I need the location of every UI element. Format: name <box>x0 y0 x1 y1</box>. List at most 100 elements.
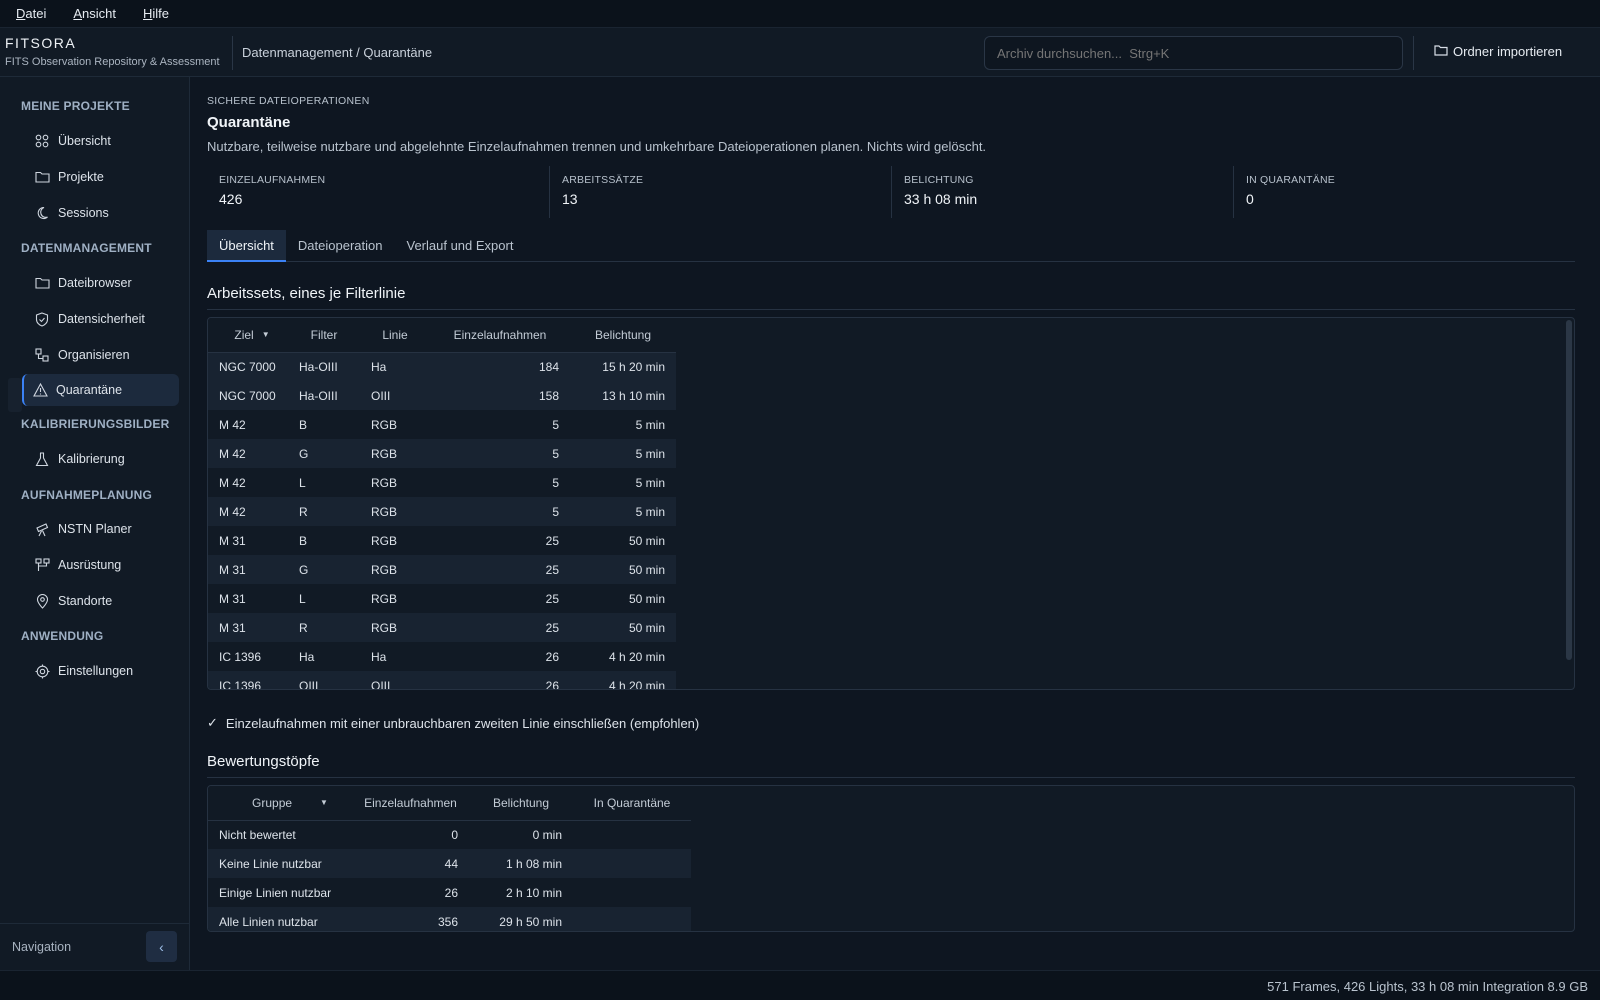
sidebar-item-organisieren[interactable]: Organisieren <box>26 339 179 371</box>
ratings-table: Gruppe ▼ Einzelaufnahmen Belichtung In Qu… <box>207 785 1575 932</box>
sort-down-icon: ▼ <box>261 329 270 339</box>
menu-hilfe[interactable]: Hilfe <box>143 6 169 21</box>
flask-icon <box>34 451 50 467</box>
sidebar-item-kalibrierung[interactable]: Kalibrierung <box>26 443 179 475</box>
sidebar-item-datensicherheit[interactable]: Datensicherheit <box>26 303 179 335</box>
search-input[interactable] <box>984 36 1403 70</box>
sidebar-item-nstn-planer[interactable]: NSTN Planer <box>26 513 179 545</box>
status-bar: 571 Frames, 426 Lights, 33 h 08 min Inte… <box>0 970 1600 1000</box>
column-header-linie[interactable]: Linie <box>360 318 430 353</box>
sidebar-section-title: DATENMANAGEMENT <box>21 241 152 255</box>
table-row[interactable]: NGC 7000 Ha-OIII OIII 158 13 h 10 min <box>208 381 676 410</box>
sidebar-item-ausruestung[interactable]: Ausrüstung <box>26 549 179 581</box>
column-header-gruppe[interactable]: Gruppe ▼ <box>208 786 352 821</box>
moon-icon <box>34 205 50 221</box>
checkbox-label: Einzelaufnahmen mit einer unbrauchbaren … <box>225 715 700 731</box>
menu-datei[interactable]: Datei <box>16 6 46 21</box>
import-folder-label: Ordner importieren <box>1453 44 1563 59</box>
sidebar-item-dateibrowser[interactable]: Dateibrowser <box>26 267 179 299</box>
stat-in-quarantaene: IN QUARANTÄNE 0 <box>1233 166 1575 218</box>
sidebar-item-uebersicht[interactable]: Übersicht <box>26 125 179 157</box>
stat-einzelaufnahmen: EINZELAUFNAHMEN 426 <box>207 166 549 218</box>
status-text: 571 Frames, 426 Lights, 33 h 08 min Inte… <box>1267 979 1588 994</box>
ratings-title: Bewertungstöpfe <box>207 753 320 770</box>
folder-icon <box>34 275 50 291</box>
column-header-ziel[interactable]: Ziel ▼ <box>208 318 288 353</box>
include-second-line-checkbox[interactable]: ✓ Einzelaufnahmen mit einer unbrauchbare… <box>207 715 699 731</box>
active-indicator <box>8 378 22 412</box>
stat-label: IN QUARANTÄNE <box>1246 174 1335 186</box>
tab-bar: Übersicht Dateioperation Verlauf und Exp… <box>207 230 1575 262</box>
breadcrumb: Datenmanagement / Quarantäne <box>242 45 433 60</box>
sidebar-item-label: Einstellungen <box>58 664 134 678</box>
checkmark-icon: ✓ <box>207 715 218 730</box>
sidebar-item-label: Ausrüstung <box>58 558 122 572</box>
sidebar-item-einstellungen[interactable]: Einstellungen <box>26 655 179 687</box>
stat-value: 33 h 08 min <box>904 191 978 207</box>
equipment-icon <box>34 557 50 573</box>
brand: FITSORA FITS Observation Repository & As… <box>5 35 220 68</box>
column-header-filter[interactable]: Filter <box>288 318 360 353</box>
column-header-in-quarantaene[interactable]: In Quarantäne <box>573 786 691 821</box>
table-scrollbar[interactable] <box>1566 320 1572 660</box>
table-row[interactable]: M 31 G RGB 25 50 min <box>208 555 676 584</box>
app-subtitle: FITS Observation Repository & Assessment <box>5 56 220 68</box>
table-row[interactable]: M 42 B RGB 5 5 min <box>208 410 676 439</box>
app-name: FITSORA <box>5 35 77 51</box>
location-pin-icon <box>34 593 50 609</box>
table-row[interactable]: M 42 R RGB 5 5 min <box>208 497 676 526</box>
table-row[interactable]: Alle Linien nutzbar 356 29 h 50 min <box>208 907 691 931</box>
gear-icon <box>34 663 50 679</box>
sidebar-item-label: Datensicherheit <box>58 312 145 326</box>
tab-dateioperation[interactable]: Dateioperation <box>286 230 395 262</box>
table-row[interactable]: IC 1396 Ha Ha 26 4 h 20 min <box>208 642 676 671</box>
import-folder-button[interactable]: Ordner importieren <box>1434 44 1562 59</box>
sidebar-item-label: Quarantäne <box>56 383 123 397</box>
folder-icon <box>1434 44 1448 59</box>
menu-ansicht[interactable]: Ansicht <box>73 6 116 21</box>
table-row[interactable]: IC 1396 OIII OIII 26 4 h 20 min <box>208 671 676 689</box>
header-divider-right <box>1413 36 1414 70</box>
sidebar-item-label: NSTN Planer <box>58 522 132 536</box>
column-header-belichtung[interactable]: Belichtung <box>570 318 676 353</box>
column-header-einzelaufnahmen[interactable]: Einzelaufnahmen <box>430 318 570 353</box>
table-row[interactable]: M 31 R RGB 25 50 min <box>208 613 676 642</box>
stat-value: 13 <box>562 191 578 207</box>
page-eyebrow: SICHERE DATEIOPERATIONEN <box>207 95 370 107</box>
sidebar-item-standorte[interactable]: Standorte <box>26 585 179 617</box>
table-row[interactable]: M 42 G RGB 5 5 min <box>208 439 676 468</box>
table-row[interactable]: M 42 L RGB 5 5 min <box>208 468 676 497</box>
sidebar-item-quarantaene[interactable]: Quarantäne <box>22 374 179 406</box>
collapse-sidebar-button[interactable]: ‹ <box>146 931 177 962</box>
table-row[interactable]: M 31 B RGB 25 50 min <box>208 526 676 555</box>
stat-value: 426 <box>219 191 243 207</box>
sidebar-item-label: Sessions <box>58 206 109 220</box>
telescope-icon <box>34 521 50 537</box>
column-header-einzelaufnahmen[interactable]: Einzelaufnahmen <box>352 786 469 821</box>
sidebar-item-label: Dateibrowser <box>58 276 132 290</box>
tab-verlauf-export[interactable]: Verlauf und Export <box>394 230 525 262</box>
organize-icon <box>34 347 50 363</box>
table-row[interactable]: Einige Linien nutzbar 26 2 h 10 min <box>208 878 691 907</box>
table-row[interactable]: NGC 7000 Ha-OIII Ha 184 15 h 20 min <box>208 352 676 381</box>
shield-icon <box>34 311 50 327</box>
sidebar-item-label: Übersicht <box>58 134 111 148</box>
main-content: SICHERE DATEIOPERATIONEN Quarantäne Nutz… <box>190 77 1600 970</box>
tab-uebersicht[interactable]: Übersicht <box>207 230 286 262</box>
section-divider <box>207 309 1575 310</box>
table-row[interactable]: Nicht bewertet 0 0 min <box>208 820 691 849</box>
stat-arbeitssaetze: ARBEITSSÄTZE 13 <box>549 166 891 218</box>
worksets-title: Arbeitssets, eines je Filterlinie <box>207 285 406 302</box>
sidebar-item-sessions[interactable]: Sessions <box>26 197 179 229</box>
sort-down-icon: ▼ <box>320 797 328 807</box>
chevron-left-icon: ‹ <box>159 938 164 955</box>
stat-value: 0 <box>1246 191 1254 207</box>
table-row[interactable]: M 31 L RGB 25 50 min <box>208 584 676 613</box>
sidebar-section-title: KALIBRIERUNGSBILDER <box>21 417 170 431</box>
column-header-belichtung[interactable]: Belichtung <box>469 786 573 821</box>
worksets-table: Ziel ▼ Filter Linie Einzelaufnahmen Belic… <box>207 317 1575 690</box>
page-description: Nutzbare, teilweise nutzbare und abgeleh… <box>207 139 987 154</box>
header-divider <box>232 36 233 70</box>
sidebar-item-projekte[interactable]: Projekte <box>26 161 179 193</box>
table-row[interactable]: Keine Linie nutzbar 44 1 h 08 min <box>208 849 691 878</box>
